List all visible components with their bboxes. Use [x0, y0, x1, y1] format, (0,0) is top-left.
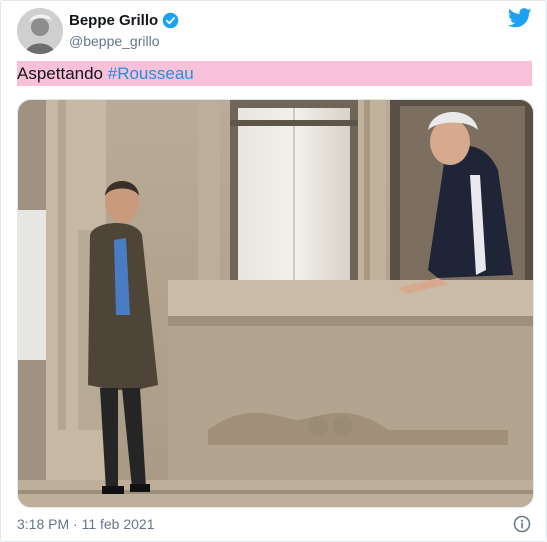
- author-name[interactable]: Beppe Grillo: [69, 11, 158, 30]
- avatar[interactable]: [17, 8, 63, 54]
- verified-badge-icon: [162, 12, 179, 29]
- tweet-card: Beppe Grillo @beppe_grillo Aspettando #R…: [0, 0, 547, 542]
- avatar-image: [17, 8, 63, 54]
- hashtag-link[interactable]: #Rousseau: [108, 64, 194, 83]
- tweet-photo-illustration: [18, 100, 533, 507]
- info-icon[interactable]: [513, 515, 531, 533]
- tweet-timestamp[interactable]: 3:18 PM · 11 feb 2021: [17, 515, 155, 533]
- author-name-row[interactable]: Beppe Grillo: [69, 11, 179, 30]
- tweet-photo[interactable]: [17, 99, 534, 508]
- tweet-text-plain: Aspettando: [17, 64, 108, 83]
- twitter-bird-icon[interactable]: [508, 8, 532, 28]
- tweet-text: Aspettando #Rousseau: [17, 61, 532, 86]
- author-handle[interactable]: @beppe_grillo: [69, 32, 160, 50]
